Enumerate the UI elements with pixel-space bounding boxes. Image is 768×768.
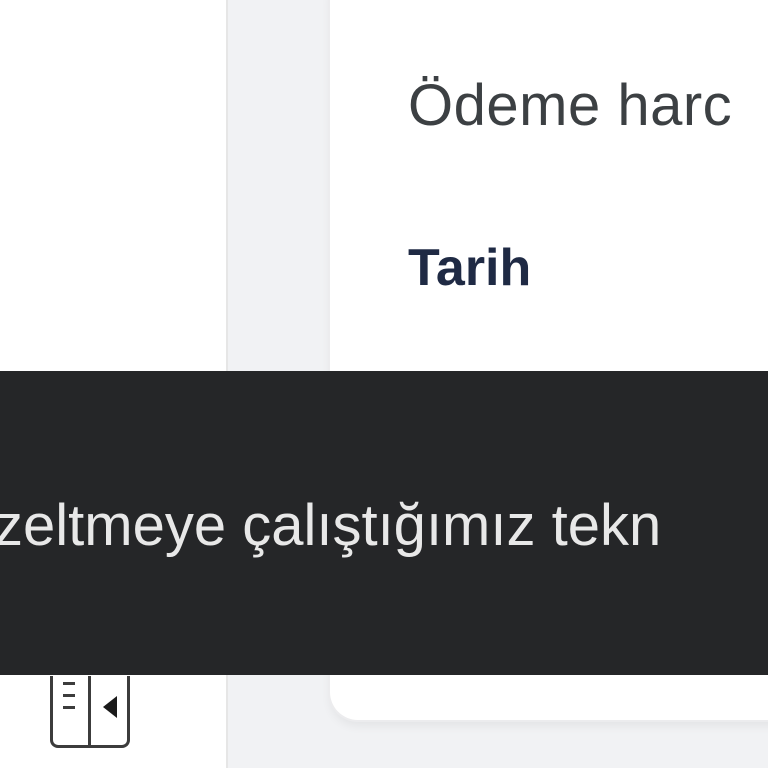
sidebar-collapse-button[interactable] [50,676,130,748]
snackbar-message: zeltmeye çalıştığımız tekn [0,493,662,558]
date-column-header[interactable]: Tarih [408,238,531,298]
list-lines-icon [63,682,75,718]
chevron-left-icon [103,696,117,718]
app-window: Ödeme harc Tarih zeltmeye çalıştığımız t… [0,0,768,768]
panel-split-line [88,676,91,745]
card-title: Ödeme harc [408,73,733,138]
